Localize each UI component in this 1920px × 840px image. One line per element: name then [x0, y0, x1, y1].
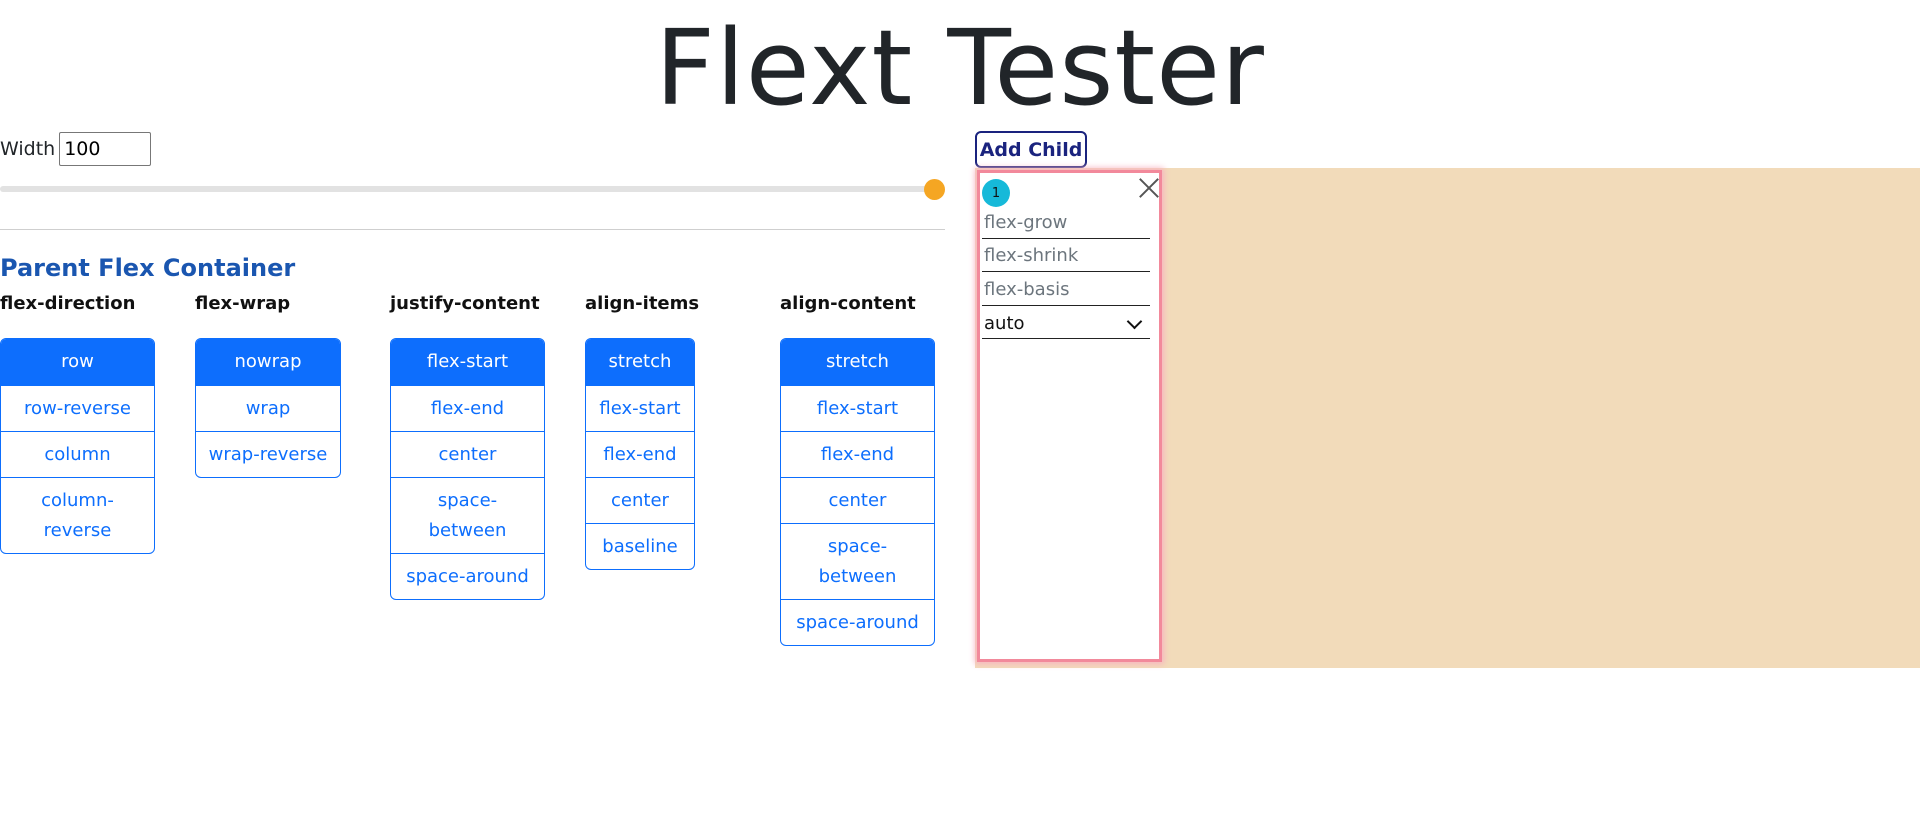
- option-flex-end[interactable]: flex-end: [781, 431, 934, 477]
- align-items-options: stretch flex-start flex-end center basel…: [585, 338, 695, 570]
- option-flex-start[interactable]: flex-start: [781, 385, 934, 431]
- option-wrap[interactable]: wrap: [196, 385, 340, 431]
- option-stretch[interactable]: stretch: [586, 339, 694, 385]
- group-label: align-content: [780, 293, 916, 314]
- option-row[interactable]: row: [1, 339, 154, 385]
- option-flex-end[interactable]: flex-end: [586, 431, 694, 477]
- divider: [0, 229, 945, 230]
- flex-direction-group: flex-direction row row-reverse column co…: [0, 292, 155, 554]
- add-child-button[interactable]: Add Child: [975, 131, 1087, 168]
- width-input[interactable]: [59, 132, 152, 166]
- flex-wrap-group: flex-wrap nowrap wrap wrap-reverse: [195, 292, 341, 478]
- option-nowrap[interactable]: nowrap: [196, 339, 340, 385]
- width-control: Width: [0, 130, 152, 168]
- chevron-down-icon: [1126, 313, 1143, 330]
- width-slider-thumb[interactable]: [924, 179, 945, 200]
- child-index-badge: 1: [982, 179, 1010, 207]
- flex-container-preview: 1 auto: [975, 168, 1920, 668]
- option-flex-start[interactable]: flex-start: [586, 385, 694, 431]
- close-icon[interactable]: [1136, 175, 1162, 201]
- section-title: Parent Flex Container: [0, 254, 296, 282]
- option-flex-start[interactable]: flex-start: [391, 339, 544, 385]
- option-column-reverse[interactable]: column-reverse: [1, 477, 154, 553]
- flex-basis-input[interactable]: [982, 274, 1150, 306]
- align-self-value: auto: [984, 313, 1025, 334]
- option-wrap-reverse[interactable]: wrap-reverse: [196, 431, 340, 477]
- group-label: flex-direction: [0, 293, 136, 314]
- flex-shrink-input[interactable]: [982, 240, 1150, 272]
- group-label: flex-wrap: [195, 293, 291, 314]
- option-space-between[interactable]: space-between: [391, 477, 544, 553]
- option-space-between[interactable]: space-between: [781, 523, 934, 599]
- option-flex-end[interactable]: flex-end: [391, 385, 544, 431]
- align-self-select[interactable]: auto: [982, 309, 1150, 339]
- option-space-around[interactable]: space-around: [781, 599, 934, 645]
- width-label: Width: [0, 138, 56, 160]
- group-label: justify-content: [390, 293, 540, 314]
- width-slider-track[interactable]: [0, 186, 935, 192]
- option-center[interactable]: center: [391, 431, 544, 477]
- option-center[interactable]: center: [586, 477, 694, 523]
- flex-direction-options: row row-reverse column column-reverse: [0, 338, 155, 554]
- flex-child-card: 1 auto: [977, 170, 1162, 662]
- option-column[interactable]: column: [1, 431, 154, 477]
- page-title: Flext Tester: [655, 7, 1265, 129]
- group-label: align-items: [585, 293, 700, 314]
- justify-content-group: justify-content flex-start flex-end cent…: [390, 292, 545, 600]
- align-content-group: align-content stretch flex-start flex-en…: [780, 292, 935, 646]
- align-content-options: stretch flex-start flex-end center space…: [780, 338, 935, 646]
- flex-wrap-options: nowrap wrap wrap-reverse: [195, 338, 341, 478]
- option-baseline[interactable]: baseline: [586, 523, 694, 569]
- option-space-around[interactable]: space-around: [391, 553, 544, 599]
- justify-content-options: flex-start flex-end center space-between…: [390, 338, 545, 600]
- flex-grow-input[interactable]: [982, 207, 1150, 239]
- option-row-reverse[interactable]: row-reverse: [1, 385, 154, 431]
- option-stretch[interactable]: stretch: [781, 339, 934, 385]
- align-items-group: align-items stretch flex-start flex-end …: [585, 292, 700, 570]
- option-center[interactable]: center: [781, 477, 934, 523]
